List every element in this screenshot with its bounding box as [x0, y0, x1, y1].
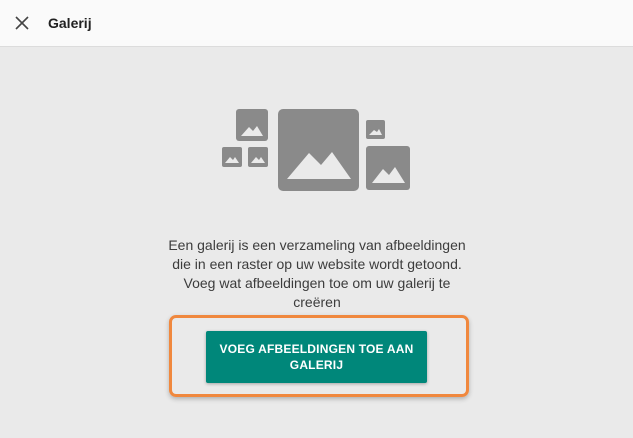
page-title: Galerij	[48, 15, 92, 31]
top-bar: Galerij	[0, 0, 633, 47]
description-line: creëren	[293, 294, 341, 310]
button-label-line: GALERIJ	[289, 358, 344, 372]
button-label-line: VOEG AFBEELDINGEN TOE AAN	[219, 342, 414, 356]
close-icon[interactable]	[12, 13, 32, 33]
description-line: die in een raster op uw website wordt ge…	[172, 256, 462, 272]
add-images-to-gallery-button[interactable]: VOEG AFBEELDINGEN TOE AAN GALERIJ	[206, 331, 427, 383]
image-gallery-icon	[220, 107, 412, 193]
description-line: Een galerij is een verzameling van afbee…	[168, 237, 466, 253]
description-line: Voeg wat afbeeldingen toe om uw galerij …	[183, 275, 451, 291]
empty-gallery-description: Een galerij is een verzameling van afbee…	[150, 236, 484, 312]
